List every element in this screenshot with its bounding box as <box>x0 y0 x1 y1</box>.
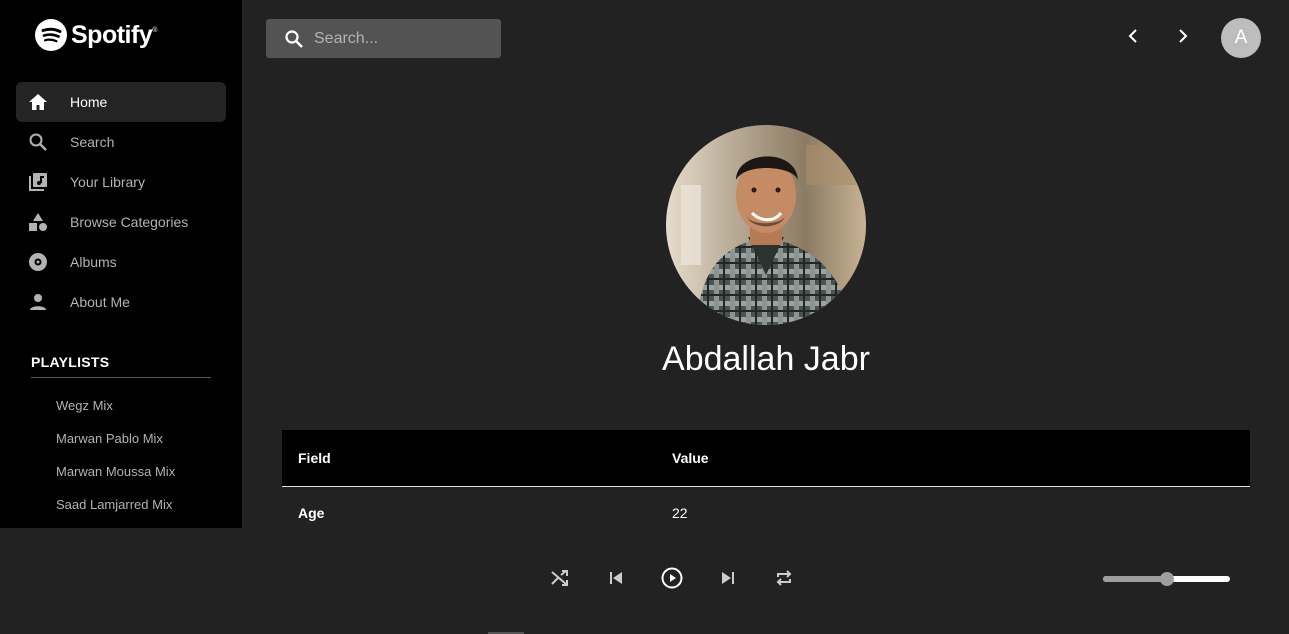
table-row: Age 22 <box>282 487 1250 538</box>
sidebar-item-albums[interactable]: Albums <box>16 242 226 282</box>
volume-thumb[interactable] <box>1159 572 1174 586</box>
chevron-left-icon <box>1127 28 1139 49</box>
table-cell-value: 22 <box>672 504 688 521</box>
sidebar: Spotify® Home Search Your Library Browse… <box>0 0 242 528</box>
volume-slider[interactable] <box>1103 572 1230 586</box>
chevron-right-icon <box>1177 28 1189 49</box>
previous-icon <box>608 570 624 591</box>
sidebar-item-label: Albums <box>70 254 117 270</box>
shuffle-icon <box>550 568 570 593</box>
play-button[interactable] <box>660 567 684 594</box>
sidebar-item-label: Search <box>70 134 115 150</box>
profile-name: Abdallah Jabr <box>662 340 870 378</box>
search-icon <box>284 29 304 49</box>
sidebar-item-label: Browse Categories <box>70 214 189 230</box>
sidebar-item-browse-categories[interactable]: Browse Categories <box>16 202 226 242</box>
table-cell-field: Age <box>298 504 325 521</box>
search-icon <box>28 132 48 152</box>
sidebar-item-home[interactable]: Home <box>16 82 226 122</box>
person-icon <box>28 292 48 312</box>
playlist-item[interactable]: Marwan Pablo Mix <box>56 429 175 462</box>
home-icon <box>28 92 48 112</box>
next-icon <box>720 570 736 591</box>
play-icon <box>661 567 683 594</box>
sidebar-item-label: Your Library <box>70 174 145 190</box>
search-bar[interactable] <box>266 19 501 58</box>
playlists-list: Wegz Mix Marwan Pablo Mix Marwan Moussa … <box>56 396 175 528</box>
repeat-button[interactable] <box>772 568 796 592</box>
sidebar-item-label: About Me <box>70 294 130 310</box>
sidebar-item-search[interactable]: Search <box>16 122 226 162</box>
sidebar-item-label: Home <box>70 94 108 110</box>
playlist-item[interactable]: Wegz Mix <box>56 396 175 429</box>
volume-fill <box>1103 576 1167 582</box>
sidebar-item-about-me[interactable]: About Me <box>16 282 226 322</box>
search-input[interactable] <box>314 29 484 48</box>
forward-button[interactable] <box>1173 28 1193 48</box>
sidebar-nav: Home Search Your Library Browse Categori… <box>16 82 226 322</box>
repeat-icon <box>774 568 794 593</box>
shuffle-button[interactable] <box>548 568 572 592</box>
table-header-field: Field <box>298 450 331 466</box>
playlist-item[interactable]: Marwan Moussa Mix <box>56 462 175 495</box>
library-icon <box>28 172 48 192</box>
playlist-item[interactable]: Saad Lamjarred Mix <box>56 495 175 528</box>
info-table: Field Value Age 22 <box>282 430 1250 538</box>
profile-photo <box>666 125 866 325</box>
table-header: Field Value <box>282 430 1250 487</box>
table-header-value: Value <box>672 450 709 466</box>
album-icon <box>28 252 48 272</box>
next-button[interactable] <box>716 568 740 592</box>
playlists-heading: PLAYLISTS <box>31 354 211 378</box>
categories-icon <box>28 212 48 232</box>
spotify-logo[interactable]: Spotify® <box>35 19 157 51</box>
spotify-logo-icon <box>35 19 67 51</box>
previous-button[interactable] <box>604 568 628 592</box>
user-avatar[interactable]: A <box>1221 18 1261 58</box>
spotify-logo-text: Spotify® <box>71 20 157 49</box>
sidebar-item-library[interactable]: Your Library <box>16 162 226 202</box>
back-button[interactable] <box>1123 28 1143 48</box>
